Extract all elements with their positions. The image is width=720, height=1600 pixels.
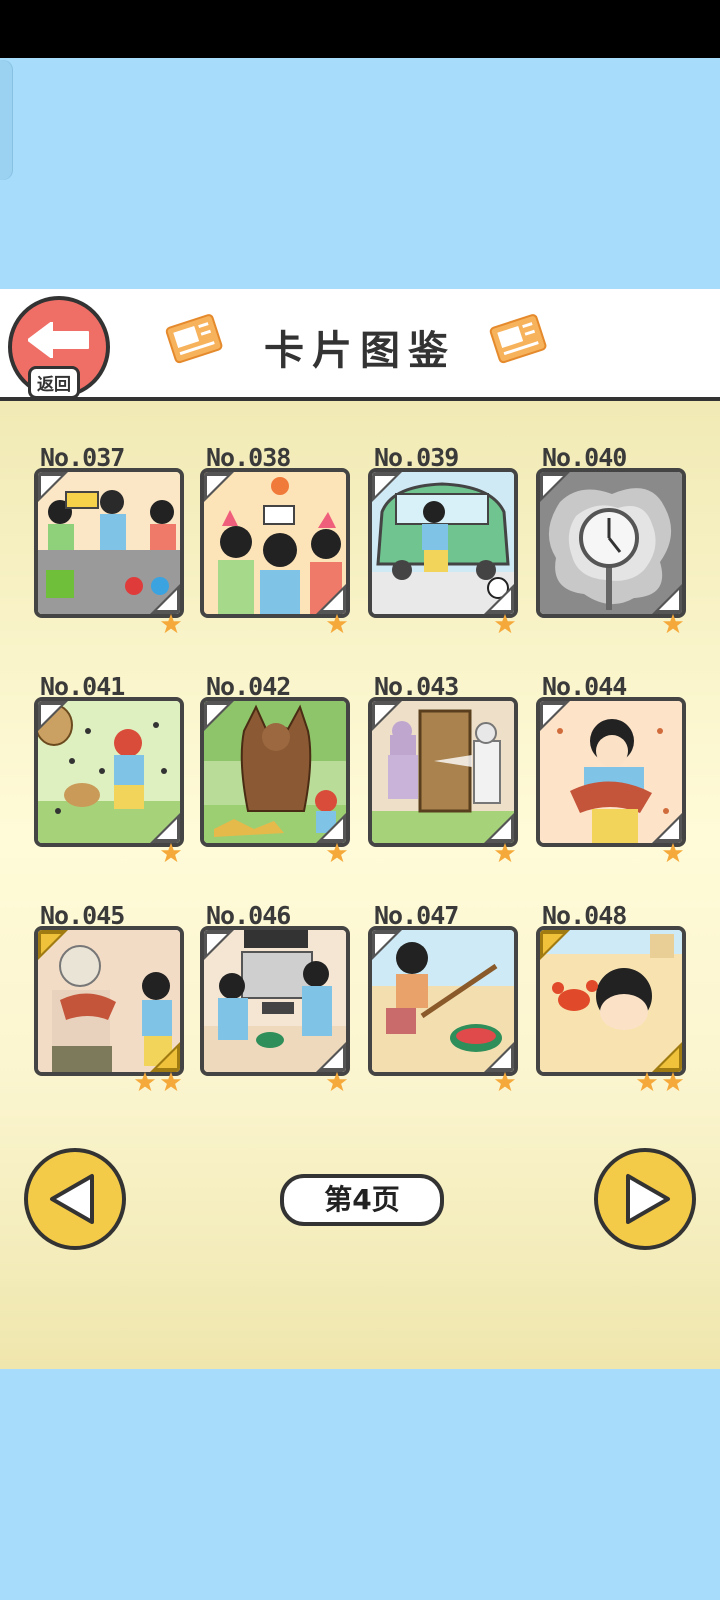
star-rating <box>662 613 684 635</box>
star-rating <box>160 613 182 635</box>
card-042[interactable]: No.042 <box>200 672 350 863</box>
star-rating <box>494 842 516 864</box>
star-rating <box>494 1071 516 1093</box>
card-image-bees[interactable] <box>34 697 184 847</box>
star-icon <box>494 842 516 863</box>
star-rating <box>326 613 348 635</box>
star-icon <box>160 842 182 863</box>
left-arrow-icon <box>28 322 89 358</box>
star-rating <box>326 842 348 864</box>
star-icon <box>662 613 684 634</box>
card-040[interactable]: No.040 <box>536 443 686 634</box>
star-rating <box>494 613 516 635</box>
card-image-tv-game[interactable] <box>200 926 350 1076</box>
triangle-left-icon <box>50 1174 94 1224</box>
star-rating <box>326 1071 348 1093</box>
card-image-party-hats[interactable] <box>200 468 350 618</box>
card-deco-right-icon <box>489 314 547 364</box>
card-image-shirt-food[interactable] <box>536 697 686 847</box>
card-044[interactable]: No.044 <box>536 672 686 863</box>
star-icon <box>134 1071 156 1092</box>
card-039[interactable]: No.039 <box>368 443 518 634</box>
star-icon <box>326 1071 348 1092</box>
card-045[interactable]: No.045 <box>34 901 184 1092</box>
star-icon <box>662 842 684 863</box>
star-icon <box>326 613 348 634</box>
star-icon <box>662 1071 684 1092</box>
star-icon <box>160 613 182 634</box>
star-rating <box>134 1071 182 1093</box>
star-icon <box>326 842 348 863</box>
card-048[interactable]: No.048 <box>536 901 686 1092</box>
card-image-birthday-party[interactable] <box>34 468 184 618</box>
star-icon <box>636 1071 658 1092</box>
card-037[interactable]: No.037 <box>34 443 184 634</box>
card-image-car-soccer[interactable] <box>368 468 518 618</box>
card-image-clock-grey[interactable] <box>536 468 686 618</box>
card-image-beach-watermelon[interactable] <box>368 926 518 1076</box>
card-038[interactable]: No.038 <box>200 443 350 634</box>
triangle-right-icon <box>626 1174 670 1224</box>
card-043[interactable]: No.043 <box>368 672 518 863</box>
star-icon <box>160 1071 182 1092</box>
next-page-button[interactable] <box>594 1148 696 1250</box>
star-rating <box>636 1071 684 1093</box>
star-rating <box>662 842 684 864</box>
status-bar <box>0 0 720 58</box>
back-label: 返回 <box>28 366 80 399</box>
card-image-bear-forest[interactable] <box>200 697 350 847</box>
star-icon <box>494 613 516 634</box>
card-image-spray-door[interactable] <box>368 697 518 847</box>
card-046[interactable]: No.046 <box>200 901 350 1092</box>
prev-page-button[interactable] <box>24 1148 126 1250</box>
card-image-crab-sand[interactable] <box>536 926 686 1076</box>
page-title: 卡片图鉴 <box>264 328 456 374</box>
card-041[interactable]: No.041 <box>34 672 184 863</box>
side-tab[interactable] <box>0 60 12 180</box>
star-rating <box>160 842 182 864</box>
star-icon <box>494 1071 516 1092</box>
page-indicator: 第4页 <box>280 1174 444 1226</box>
card-image-old-man[interactable] <box>34 926 184 1076</box>
card-047[interactable]: No.047 <box>368 901 518 1092</box>
back-button[interactable]: 返回 <box>8 296 110 399</box>
